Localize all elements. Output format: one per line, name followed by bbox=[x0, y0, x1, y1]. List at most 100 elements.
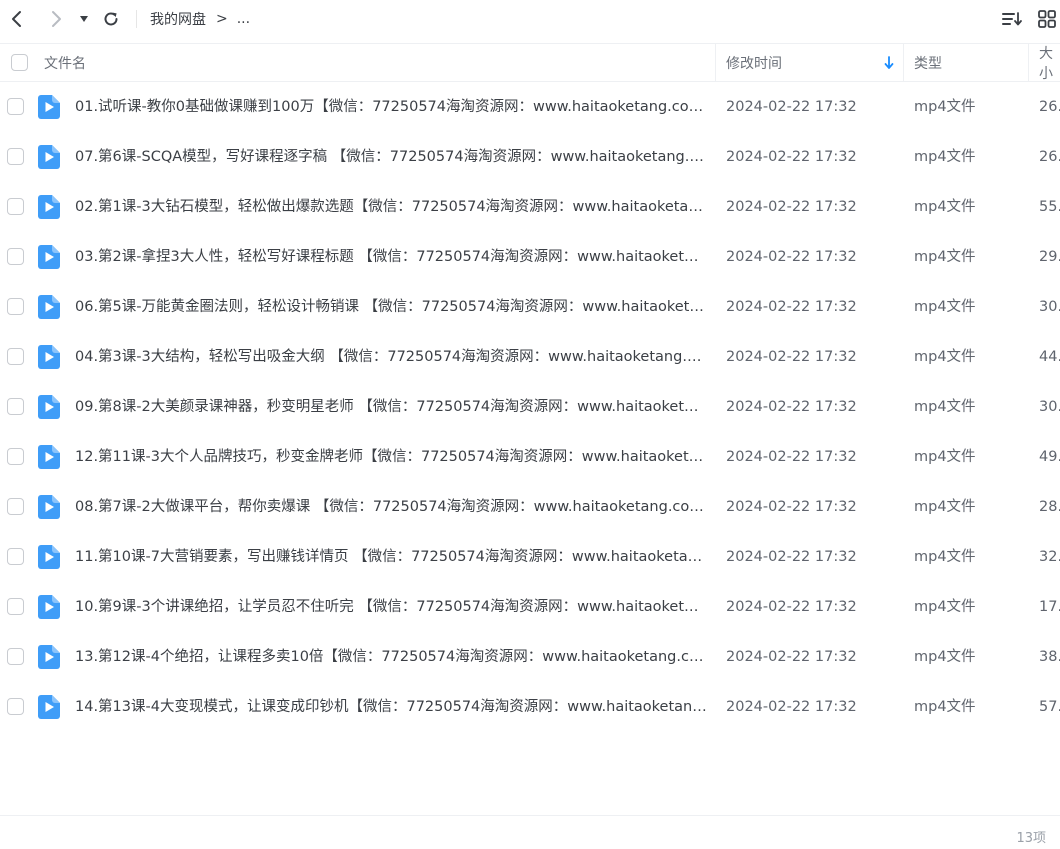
table-row[interactable]: 03.第2课-拿捏3大人性，轻松写好课程标题 【微信：77250574海淘资源网… bbox=[0, 232, 1060, 282]
forward-button[interactable] bbox=[45, 8, 67, 30]
table-row[interactable]: 14.第13课-4大变现模式，让课变成印钞机【微信：77250574海淘资源网：… bbox=[0, 682, 1060, 732]
file-type: mp4文件 bbox=[914, 249, 976, 265]
row-checkbox[interactable] bbox=[7, 198, 24, 215]
file-type: mp4文件 bbox=[914, 149, 976, 165]
sort-button[interactable] bbox=[1000, 8, 1024, 30]
refresh-button[interactable] bbox=[100, 8, 122, 30]
table-row[interactable]: 04.第3课-3大结构，轻松写出吸金大纲 【微信：77250574海淘资源网：w… bbox=[0, 332, 1060, 382]
file-name[interactable]: 02.第1课-3大钻石模型，轻松做出爆款选题【微信：77250574海淘资源网：… bbox=[75, 182, 707, 232]
file-modified-time: 2024-02-22 17:32 bbox=[726, 349, 857, 365]
row-checkbox[interactable] bbox=[7, 248, 24, 265]
file-type: mp4文件 bbox=[914, 699, 976, 715]
file-name[interactable]: 12.第11课-3大个人品牌技巧，秒变金牌老师【微信：77250574海淘资源网… bbox=[75, 432, 707, 482]
table-row[interactable]: 07.第6课-SCQA模型，写好课程逐字稿 【微信：77250574海淘资源网：… bbox=[0, 132, 1060, 182]
file-size: 32. bbox=[1039, 549, 1060, 565]
table-row[interactable]: 06.第5课-万能黄金圈法则，轻松设计畅销课 【微信：77250574海淘资源网… bbox=[0, 282, 1060, 332]
table-header: 文件名 修改时间 类型 大小 bbox=[0, 43, 1060, 82]
file-name[interactable]: 13.第12课-4个绝招，让课程多卖10倍【微信：77250574海淘资源网：w… bbox=[75, 632, 707, 682]
row-checkbox[interactable] bbox=[7, 498, 24, 515]
chevron-right-icon bbox=[52, 11, 61, 27]
file-name[interactable]: 08.第7课-2大做课平台，帮你卖爆课 【微信：77250574海淘资源网：ww… bbox=[75, 482, 707, 532]
file-modified-time: 2024-02-22 17:32 bbox=[726, 699, 857, 715]
table-row[interactable]: 12.第11课-3大个人品牌技巧，秒变金牌老师【微信：77250574海淘资源网… bbox=[0, 432, 1060, 482]
file-size: 30. bbox=[1039, 399, 1060, 415]
refresh-icon bbox=[104, 12, 118, 26]
file-size: 30. bbox=[1039, 299, 1060, 315]
file-modified-time: 2024-02-22 17:32 bbox=[726, 249, 857, 265]
status-bar: 13项 bbox=[0, 815, 1060, 849]
file-list: 01.试听课-教你0基础做课赚到100万【微信：77250574海淘资源网：ww… bbox=[0, 82, 1060, 732]
file-name[interactable]: 07.第6课-SCQA模型，写好课程逐字稿 【微信：77250574海淘资源网：… bbox=[75, 132, 707, 182]
file-name[interactable]: 10.第9课-3个讲课绝招，让学员忍不住听完 【微信：77250574海淘资源网… bbox=[75, 582, 707, 632]
back-button[interactable] bbox=[6, 8, 28, 30]
video-file-icon bbox=[38, 695, 60, 719]
file-name[interactable]: 11.第10课-7大营销要素，写出赚钱详情页 【微信：77250574海淘资源网… bbox=[75, 532, 707, 582]
row-checkbox[interactable] bbox=[7, 98, 24, 115]
table-row[interactable]: 09.第8课-2大美颜录课神器，秒变明星老师 【微信：77250574海淘资源网… bbox=[0, 382, 1060, 432]
row-checkbox[interactable] bbox=[7, 398, 24, 415]
file-modified-time: 2024-02-22 17:32 bbox=[726, 399, 857, 415]
column-header-type[interactable]: 类型 bbox=[914, 44, 942, 81]
breadcrumb-root[interactable]: 我的网盘 bbox=[150, 9, 206, 29]
sort-arrow-down-icon bbox=[884, 55, 894, 69]
breadcrumb: 我的网盘 > ... bbox=[150, 9, 250, 29]
file-size: 26. bbox=[1039, 149, 1060, 165]
video-file-icon bbox=[38, 395, 60, 419]
file-size: 38. bbox=[1039, 649, 1060, 665]
row-checkbox[interactable] bbox=[7, 148, 24, 165]
file-modified-time: 2024-02-22 17:32 bbox=[726, 499, 857, 515]
file-modified-time: 2024-02-22 17:32 bbox=[726, 199, 857, 215]
video-file-icon bbox=[38, 595, 60, 619]
column-header-name[interactable]: 文件名 bbox=[44, 44, 86, 81]
file-type: mp4文件 bbox=[914, 599, 976, 615]
view-toggle-button[interactable] bbox=[1035, 8, 1059, 30]
row-checkbox[interactable] bbox=[7, 548, 24, 565]
table-row[interactable]: 08.第7课-2大做课平台，帮你卖爆课 【微信：77250574海淘资源网：ww… bbox=[0, 482, 1060, 532]
file-type: mp4文件 bbox=[914, 499, 976, 515]
file-size: 49. bbox=[1039, 449, 1060, 465]
row-checkbox[interactable] bbox=[7, 598, 24, 615]
file-name[interactable]: 04.第3课-3大结构，轻松写出吸金大纲 【微信：77250574海淘资源网：w… bbox=[75, 332, 707, 382]
file-name[interactable]: 06.第5课-万能黄金圈法则，轻松设计畅销课 【微信：77250574海淘资源网… bbox=[75, 282, 707, 332]
file-modified-time: 2024-02-22 17:32 bbox=[726, 549, 857, 565]
file-name[interactable]: 03.第2课-拿捏3大人性，轻松写好课程标题 【微信：77250574海淘资源网… bbox=[75, 232, 707, 282]
video-file-icon bbox=[38, 645, 60, 669]
table-row[interactable]: 13.第12课-4个绝招，让课程多卖10倍【微信：77250574海淘资源网：w… bbox=[0, 632, 1060, 682]
file-type: mp4文件 bbox=[914, 549, 976, 565]
caret-down-icon bbox=[80, 16, 88, 22]
video-file-icon bbox=[38, 195, 60, 219]
toolbar-divider bbox=[136, 10, 137, 28]
file-size: 17. bbox=[1039, 599, 1060, 615]
file-modified-time: 2024-02-22 17:32 bbox=[726, 599, 857, 615]
file-type: mp4文件 bbox=[914, 99, 976, 115]
file-size: 29. bbox=[1039, 249, 1060, 265]
sort-indicator bbox=[884, 44, 894, 81]
row-checkbox[interactable] bbox=[7, 648, 24, 665]
table-row[interactable]: 10.第9课-3个讲课绝招，让学员忍不住听完 【微信：77250574海淘资源网… bbox=[0, 582, 1060, 632]
table-row[interactable]: 01.试听课-教你0基础做课赚到100万【微信：77250574海淘资源网：ww… bbox=[0, 82, 1060, 132]
column-header-size[interactable]: 大小 bbox=[1039, 44, 1060, 82]
video-file-icon bbox=[38, 445, 60, 469]
column-header-modified[interactable]: 修改时间 bbox=[726, 44, 782, 81]
row-checkbox[interactable] bbox=[7, 348, 24, 365]
table-row[interactable]: 02.第1课-3大钻石模型，轻松做出爆款选题【微信：77250574海淘资源网：… bbox=[0, 182, 1060, 232]
file-modified-time: 2024-02-22 17:32 bbox=[726, 649, 857, 665]
item-count: 13项 bbox=[1016, 831, 1046, 846]
file-modified-time: 2024-02-22 17:32 bbox=[726, 99, 857, 115]
file-size: 55. bbox=[1039, 199, 1060, 215]
select-all-checkbox[interactable] bbox=[11, 54, 28, 71]
file-size: 28. bbox=[1039, 499, 1060, 515]
row-checkbox[interactable] bbox=[7, 448, 24, 465]
row-checkbox[interactable] bbox=[7, 698, 24, 715]
video-file-icon bbox=[38, 345, 60, 369]
row-checkbox[interactable] bbox=[7, 298, 24, 315]
table-row[interactable]: 11.第10课-7大营销要素，写出赚钱详情页 【微信：77250574海淘资源网… bbox=[0, 532, 1060, 582]
file-name[interactable]: 01.试听课-教你0基础做课赚到100万【微信：77250574海淘资源网：ww… bbox=[75, 82, 707, 132]
video-file-icon bbox=[38, 495, 60, 519]
file-name[interactable]: 14.第13课-4大变现模式，让课变成印钞机【微信：77250574海淘资源网：… bbox=[75, 682, 707, 732]
breadcrumb-ellipsis[interactable]: ... bbox=[237, 11, 250, 27]
file-name[interactable]: 09.第8课-2大美颜录课神器，秒变明星老师 【微信：77250574海淘资源网… bbox=[75, 382, 707, 432]
column-divider bbox=[1028, 44, 1029, 81]
file-type: mp4文件 bbox=[914, 649, 976, 665]
history-dropdown-button[interactable] bbox=[74, 8, 94, 30]
